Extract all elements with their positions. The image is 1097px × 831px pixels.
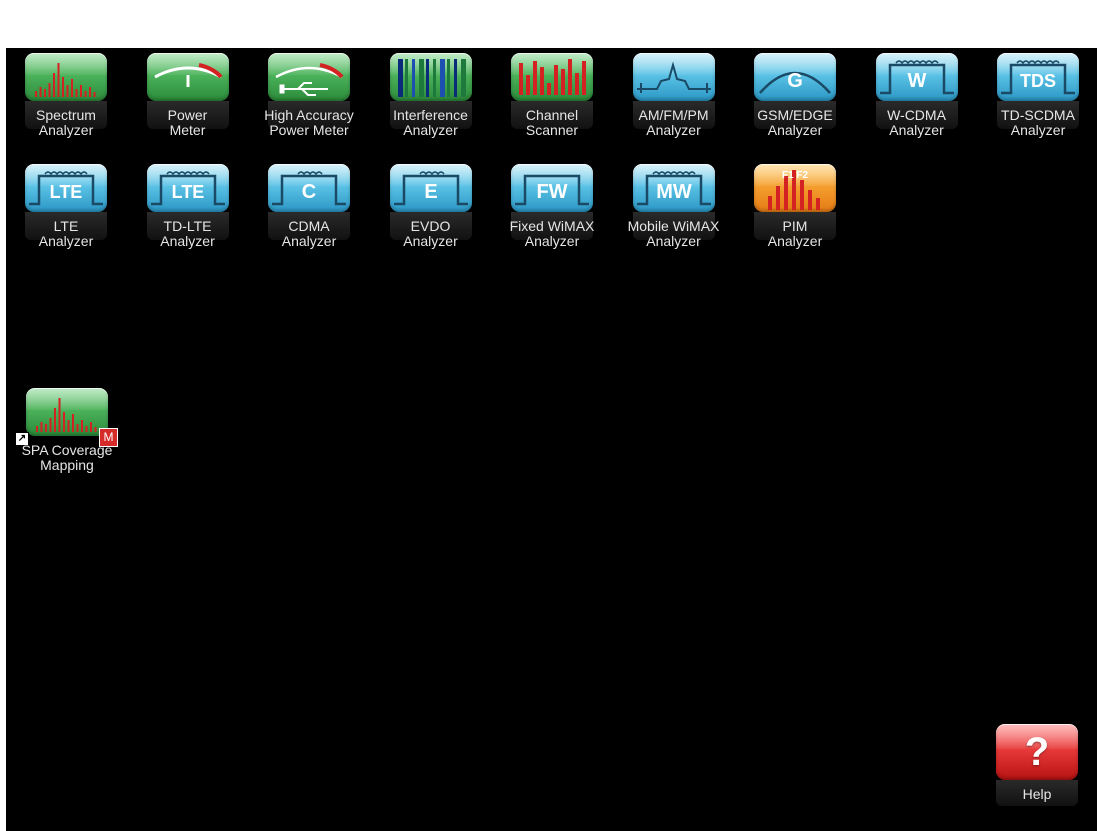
tile-label: SPA Coverage Mapping (21, 442, 113, 473)
svg-text:C: C (302, 181, 316, 203)
tile-label: PIM Analyzer (767, 218, 823, 249)
am-spectrum-icon (632, 53, 715, 101)
svg-text:FW: FW (536, 181, 567, 203)
question-mark-icon: ? (996, 724, 1078, 780)
tile-label: TD-SCDMA Analyzer (1001, 107, 1075, 138)
usb-sensor-icon (268, 53, 350, 101)
tile-label: Power Meter (167, 107, 208, 138)
tile-label: CDMA Analyzer (281, 218, 337, 249)
app-launcher-screen: Spectrum Analyzer Power Meter High Accuracy P… (6, 48, 1097, 831)
mobile-wimax-icon: MW (632, 164, 715, 212)
power-gauge-icon (146, 53, 229, 101)
svg-text:G: G (787, 70, 803, 92)
channel-bars-icon (511, 53, 593, 101)
help-label: Help (1022, 786, 1052, 802)
tile-label: Interference Analyzer (393, 107, 468, 138)
td-lte-icon: LTE (146, 164, 229, 212)
svg-text:LTE: LTE (171, 182, 204, 202)
tile-label: Mobile WiMAX Analyzer (627, 218, 720, 249)
evdo-icon: E (389, 164, 472, 212)
svg-text:F1 F2: F1 F2 (782, 170, 809, 181)
svg-text:LTE: LTE (50, 182, 83, 202)
pim-icon: F1 F2 (754, 164, 836, 212)
svg-text:E: E (424, 181, 437, 203)
tile-label: Channel Scanner (525, 107, 579, 138)
tile-label: TD-LTE Analyzer (160, 218, 215, 249)
tdscdma-icon: TDS (997, 53, 1079, 101)
gsm-icon: G (754, 53, 836, 101)
svg-text:TDS: TDS (1020, 71, 1056, 91)
svg-text:MW: MW (656, 181, 692, 203)
tile-label: GSM/EDGE Analyzer (757, 107, 833, 138)
tile-label: W-CDMA Analyzer (887, 107, 946, 138)
spectrum-bars-icon (25, 53, 107, 101)
tile-label: High Accuracy Power Meter (264, 107, 354, 138)
svg-text:W: W (907, 70, 926, 92)
wcdma-icon: W (875, 53, 958, 101)
spectrum-bars-icon (26, 388, 108, 436)
fixed-wimax-icon: FW (511, 164, 593, 212)
tile-label: Fixed WiMAX Analyzer (509, 218, 595, 249)
tile-label: LTE Analyzer (38, 218, 94, 249)
tile-label: Spectrum Analyzer (36, 107, 96, 138)
spectrogram-icon (389, 53, 472, 101)
lte-icon: LTE (25, 164, 107, 212)
tile-label: EVDO Analyzer (403, 218, 458, 249)
cdma-icon: C (268, 164, 350, 212)
tile-label: AM/FM/PM Analyzer (638, 107, 709, 138)
